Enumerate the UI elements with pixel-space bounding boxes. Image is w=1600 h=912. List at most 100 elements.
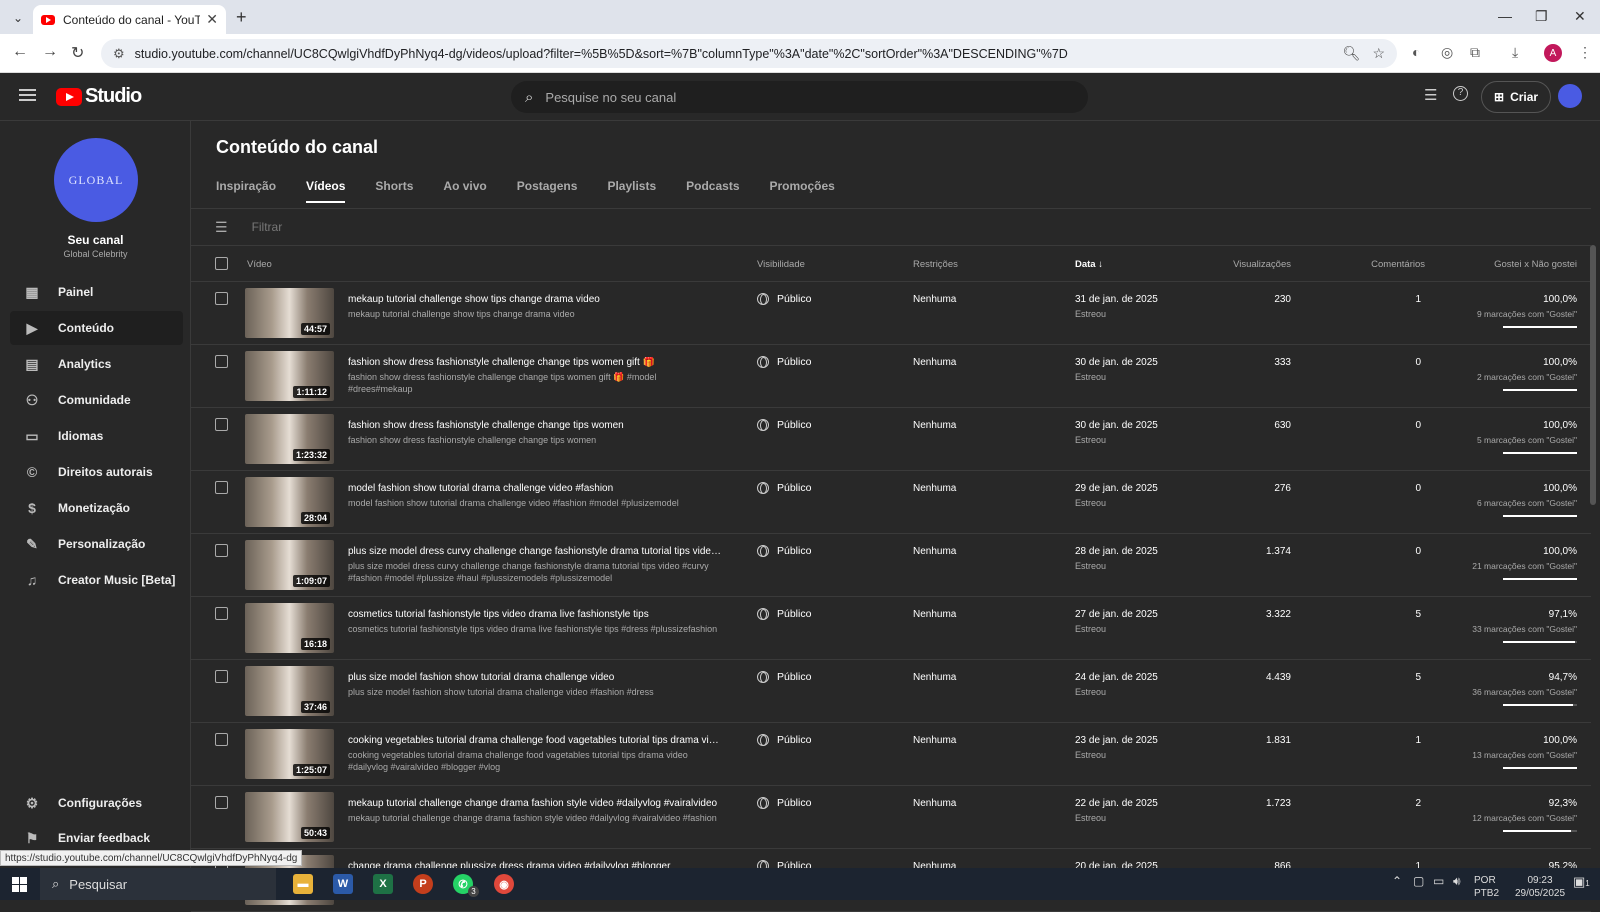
video-thumbnail[interactable]: 1:23:32 bbox=[245, 414, 334, 464]
visibility-cell[interactable]: Público bbox=[757, 293, 811, 305]
sidebar-item-personalizacao[interactable]: ✎ Personalização bbox=[10, 527, 183, 561]
visibility-cell[interactable]: Público bbox=[757, 482, 811, 494]
sidebar-item-monetizacao[interactable]: $ Monetização bbox=[10, 491, 183, 525]
col-restrictions[interactable]: Restrições bbox=[913, 259, 958, 270]
powerpoint-icon[interactable]: P bbox=[413, 874, 433, 894]
reload-icon[interactable]: ↻ bbox=[71, 43, 84, 63]
extension-icon[interactable]: ◐ bbox=[1412, 44, 1420, 60]
filter-icon[interactable]: ☰ bbox=[215, 219, 228, 236]
visibility-cell[interactable]: Público bbox=[757, 608, 811, 620]
excel-icon[interactable]: X bbox=[373, 874, 393, 894]
address-bar[interactable]: ⚙ studio.youtube.com/channel/UC8CQwlgiVh… bbox=[101, 39, 1397, 68]
windows-start-icon[interactable] bbox=[12, 877, 27, 892]
tab-shorts[interactable]: Shorts bbox=[375, 179, 413, 203]
video-title[interactable]: plus size model dress curvy challenge ch… bbox=[348, 546, 723, 557]
sidebar-item-painel[interactable]: ▦ Painel bbox=[10, 275, 183, 309]
tab-inspiracao[interactable]: Inspiração bbox=[216, 179, 276, 203]
row-checkbox[interactable] bbox=[215, 292, 228, 305]
account-avatar[interactable] bbox=[1558, 84, 1582, 108]
chrome-icon[interactable]: ◉ bbox=[494, 874, 514, 894]
row-checkbox[interactable] bbox=[215, 607, 228, 620]
select-all-checkbox[interactable] bbox=[215, 257, 228, 270]
visibility-cell[interactable]: Público bbox=[757, 356, 811, 368]
video-thumbnail[interactable]: 1:25:07 bbox=[245, 729, 334, 779]
taskbar-search[interactable]: ⌕ Pesquisar bbox=[40, 868, 276, 900]
browser-tab[interactable]: Conteúdo do canal - YouTube S ✕ bbox=[33, 5, 226, 34]
clock[interactable]: 09:23 29/05/2025 bbox=[1512, 874, 1568, 900]
tray-chevron-icon[interactable]: ⌃ bbox=[1392, 874, 1402, 888]
visibility-cell[interactable]: Público bbox=[757, 797, 811, 809]
help-icon[interactable]: ? bbox=[1453, 86, 1468, 101]
new-tab-icon[interactable]: + bbox=[236, 7, 247, 28]
volume-icon[interactable]: 🔊︎ bbox=[1453, 874, 1461, 889]
row-checkbox[interactable] bbox=[215, 733, 228, 746]
tab-search-icon[interactable]: ⌄ bbox=[8, 8, 28, 28]
video-title[interactable]: fashion show dress fashionstyle challeng… bbox=[348, 357, 723, 368]
video-title[interactable]: fashion show dress fashionstyle challeng… bbox=[348, 420, 723, 431]
file-explorer-icon[interactable]: ▬ bbox=[293, 874, 313, 894]
table-row[interactable]: 37:46 plus size model fashion show tutori… bbox=[191, 660, 1591, 723]
site-info-icon[interactable]: ⚙ bbox=[113, 46, 125, 62]
channel-avatar[interactable]: GLOBAL bbox=[54, 138, 138, 222]
tab-videos[interactable]: Vídeos bbox=[306, 179, 346, 203]
feedback-messages-icon[interactable]: ☰ bbox=[1424, 86, 1437, 104]
sidebar-item-creator-music[interactable]: ♫ Creator Music [Beta] bbox=[10, 563, 183, 597]
video-title[interactable]: plus size model fashion show tutorial dr… bbox=[348, 672, 723, 683]
sidebar-item-conteudo[interactable]: ▶ Conteúdo bbox=[10, 311, 183, 345]
table-row[interactable]: 1:09:07 plus size model dress curvy chall… bbox=[191, 534, 1591, 597]
table-row[interactable]: 1:23:32 fashion show dress fashionstyle c… bbox=[191, 408, 1591, 471]
table-row[interactable]: 50:43 mekaup tutorial challenge change dr… bbox=[191, 786, 1591, 849]
word-icon[interactable]: W bbox=[333, 874, 353, 894]
tab-podcasts[interactable]: Podcasts bbox=[686, 179, 739, 203]
video-title[interactable]: mekaup tutorial challenge show tips chan… bbox=[348, 294, 723, 305]
language-indicator[interactable]: POR PTB2 bbox=[1474, 874, 1499, 900]
extensions-puzzle-icon[interactable]: ⧉ bbox=[1470, 44, 1480, 61]
sidebar-item-idiomas[interactable]: ▭ Idiomas bbox=[10, 419, 183, 453]
visibility-cell[interactable]: Público bbox=[757, 734, 811, 746]
sidebar-item-configuracoes[interactable]: ⚙ Configurações bbox=[10, 786, 183, 820]
notifications-icon[interactable]: ▣1 bbox=[1573, 874, 1590, 890]
row-checkbox[interactable] bbox=[215, 796, 228, 809]
filter-bar[interactable]: ☰ Filtrar bbox=[191, 209, 1591, 246]
row-checkbox[interactable] bbox=[215, 481, 228, 494]
sidebar-item-analytics[interactable]: ▤ Analytics bbox=[10, 347, 183, 381]
restore-icon[interactable]: ❐ bbox=[1535, 8, 1548, 25]
tab-postagens[interactable]: Postagens bbox=[517, 179, 578, 203]
extension-icon[interactable]: ◎ bbox=[1441, 44, 1453, 61]
scrollbar[interactable] bbox=[1590, 245, 1596, 505]
profile-avatar[interactable]: A bbox=[1544, 44, 1562, 62]
video-thumbnail[interactable]: 1:09:07 bbox=[245, 540, 334, 590]
tab-ao-vivo[interactable]: Ao vivo bbox=[443, 179, 486, 203]
visibility-cell[interactable]: Público bbox=[757, 671, 811, 683]
tab-playlists[interactable]: Playlists bbox=[607, 179, 656, 203]
meet-icon[interactable]: ▢ bbox=[1413, 874, 1424, 888]
table-row[interactable]: 28:04 model fashion show tutorial drama c… bbox=[191, 471, 1591, 534]
col-likes[interactable]: Gostei x Não gostei bbox=[1494, 259, 1577, 270]
menu-icon[interactable] bbox=[19, 89, 36, 101]
video-thumbnail[interactable]: 50:43 bbox=[245, 792, 334, 842]
video-title[interactable]: cooking vegetables tutorial drama challe… bbox=[348, 735, 723, 746]
search-input[interactable]: ⌕ Pesquise no seu canal bbox=[511, 81, 1088, 113]
col-comments[interactable]: Comentários bbox=[1371, 259, 1425, 270]
downloads-icon[interactable]: ⤓ bbox=[1512, 44, 1518, 61]
video-thumbnail[interactable]: 16:18 bbox=[245, 603, 334, 653]
video-thumbnail[interactable]: 44:57 bbox=[245, 288, 334, 338]
video-title[interactable]: model fashion show tutorial drama challe… bbox=[348, 483, 723, 494]
bookmark-star-icon[interactable]: ☆ bbox=[1372, 45, 1385, 62]
close-tab-icon[interactable]: ✕ bbox=[206, 11, 218, 28]
zoom-icon[interactable]: 🔍︎ bbox=[1343, 45, 1361, 62]
video-title[interactable]: cosmetics tutorial fashionstyle tips vid… bbox=[348, 609, 723, 620]
back-icon[interactable]: ← bbox=[12, 43, 28, 61]
row-checkbox[interactable] bbox=[215, 670, 228, 683]
video-thumbnail[interactable]: 1:11:12 bbox=[245, 351, 334, 401]
col-visibility[interactable]: Visibilidade bbox=[757, 259, 805, 270]
video-title[interactable]: mekaup tutorial challenge change drama f… bbox=[348, 798, 723, 809]
video-thumbnail[interactable]: 28:04 bbox=[245, 477, 334, 527]
row-checkbox[interactable] bbox=[215, 544, 228, 557]
video-thumbnail[interactable]: 37:46 bbox=[245, 666, 334, 716]
studio-logo[interactable]: Studio bbox=[56, 85, 142, 108]
visibility-cell[interactable]: Público bbox=[757, 419, 811, 431]
sidebar-item-direitos[interactable]: © Direitos autorais bbox=[10, 455, 183, 489]
col-views[interactable]: Visualizações bbox=[1233, 259, 1291, 270]
table-row[interactable]: 44:57 mekaup tutorial challenge show tips… bbox=[191, 282, 1591, 345]
